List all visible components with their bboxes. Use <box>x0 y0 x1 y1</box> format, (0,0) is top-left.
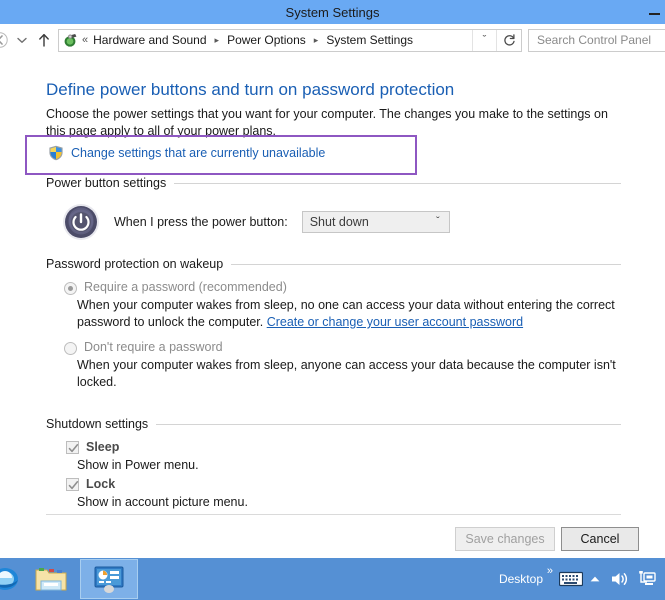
control-panel-icon <box>59 30 81 51</box>
radio-button-indicator[interactable] <box>64 282 77 295</box>
desktop-peek-label[interactable]: Desktop » <box>498 565 553 586</box>
checkbox-row-lock[interactable]: Lock <box>66 477 115 491</box>
radio-dont-require-password[interactable]: Don't require a password <box>64 340 223 355</box>
network-icon[interactable] <box>633 558 661 600</box>
power-button-setting-row: When I press the power button: Shut down… <box>62 203 450 241</box>
breadcrumb-item-power-options[interactable]: Power Options <box>226 33 307 47</box>
power-button-action-value: Shut down <box>309 215 369 229</box>
window-controls <box>643 0 665 24</box>
radio-require-password-label: Require a password (recommended) <box>84 280 287 294</box>
checkbox-lock-label: Lock <box>86 477 116 491</box>
dont-require-password-description: When your computer wakes from sleep, any… <box>77 358 616 389</box>
group-divider <box>174 182 621 184</box>
chevron-down-icon: ˇ <box>436 215 440 228</box>
system-tray: Desktop » <box>499 558 665 600</box>
power-button-icon <box>62 203 100 241</box>
taskbar: Desktop » <box>0 558 665 600</box>
save-changes-button[interactable]: Save changes <box>455 527 555 551</box>
taskbar-item-file-explorer[interactable] <box>22 559 80 599</box>
volume-icon[interactable] <box>605 558 633 600</box>
breadcrumb-item-hardware-and-sound[interactable]: Hardware and Sound <box>92 33 207 47</box>
group-divider <box>156 423 621 425</box>
checkbox-sleep-description: Show in Power menu. <box>77 458 199 472</box>
breadcrumb-separator-icon[interactable]: ▸ <box>208 35 227 45</box>
taskbar-item-control-panel[interactable] <box>80 559 138 599</box>
show-hidden-icons-chevron[interactable] <box>585 558 605 600</box>
checkbox-lock-description: Show in account picture menu. <box>77 495 248 509</box>
address-bar[interactable]: « Hardware and Sound ▸ Power Options ▸ S… <box>58 28 522 52</box>
address-bar-actions: ˇ <box>472 29 521 51</box>
refresh-icon[interactable] <box>496 29 521 51</box>
up-arrow-icon[interactable] <box>32 27 56 53</box>
back-arrow-icon[interactable] <box>0 27 12 53</box>
tray-overflow-chevron[interactable]: » <box>547 565 553 577</box>
group-divider <box>231 263 621 265</box>
system-settings-window: System Settings « Hardware and Sound ▸ P… <box>0 0 665 600</box>
group-power-button-settings: Power button settings <box>46 176 621 190</box>
page-title: Define power buttons and turn on passwor… <box>46 80 455 99</box>
radio-require-password[interactable]: Require a password (recommended) <box>64 280 287 295</box>
change-settings-link-row[interactable]: Change settings that are currently unava… <box>48 145 325 161</box>
power-button-action-dropdown[interactable]: Shut down ˇ <box>301 211 450 233</box>
group-label-power-button-settings: Power button settings <box>46 176 167 190</box>
breadcrumb-item-system-settings[interactable]: System Settings <box>325 33 414 47</box>
group-label-shutdown-settings: Shutdown settings <box>46 417 149 431</box>
search-input[interactable]: Search Control Panel <box>537 33 651 47</box>
checkbox-lock[interactable] <box>66 477 79 491</box>
minimize-button[interactable] <box>643 0 665 24</box>
footer-divider <box>46 514 621 515</box>
radio-dont-require-password-label: Don't require a password <box>84 340 223 354</box>
chevron-down-icon[interactable]: ˇ <box>472 29 496 51</box>
group-label-password-protection: Password protection on wakeup <box>46 257 224 271</box>
checkbox-sleep-label: Sleep <box>86 440 120 454</box>
create-change-password-link[interactable]: Create or change your user account passw… <box>267 315 523 329</box>
change-settings-link[interactable]: Change settings that are currently unava… <box>71 146 325 160</box>
on-screen-keyboard-icon[interactable] <box>557 558 585 600</box>
recent-pages-chevron-icon[interactable] <box>12 27 32 53</box>
navigation-bar: « Hardware and Sound ▸ Power Options ▸ S… <box>0 24 665 56</box>
desktop-label-text: Desktop <box>498 572 543 586</box>
cancel-button[interactable]: Cancel <box>561 527 639 551</box>
search-box[interactable]: Search Control Panel <box>528 28 665 52</box>
breadcrumb-overflow[interactable]: « <box>81 34 92 46</box>
title-bar: System Settings <box>0 0 665 24</box>
radio-button-indicator[interactable] <box>64 342 77 355</box>
group-shutdown-settings: Shutdown settings <box>46 417 621 431</box>
uac-shield-icon <box>48 145 64 161</box>
checkbox-row-sleep[interactable]: Sleep <box>66 440 119 454</box>
content-area: Define power buttons and turn on passwor… <box>0 56 665 518</box>
require-password-description: When your computer wakes from sleep, no … <box>77 297 622 331</box>
breadcrumb-separator-icon[interactable]: ▸ <box>307 35 326 45</box>
taskbar-item-internet-explorer[interactable] <box>0 559 22 599</box>
checkbox-sleep[interactable] <box>66 440 79 454</box>
window-title: System Settings <box>285 4 380 20</box>
group-password-protection: Password protection on wakeup <box>46 257 621 271</box>
power-button-field-label: When I press the power button: <box>114 215 288 229</box>
